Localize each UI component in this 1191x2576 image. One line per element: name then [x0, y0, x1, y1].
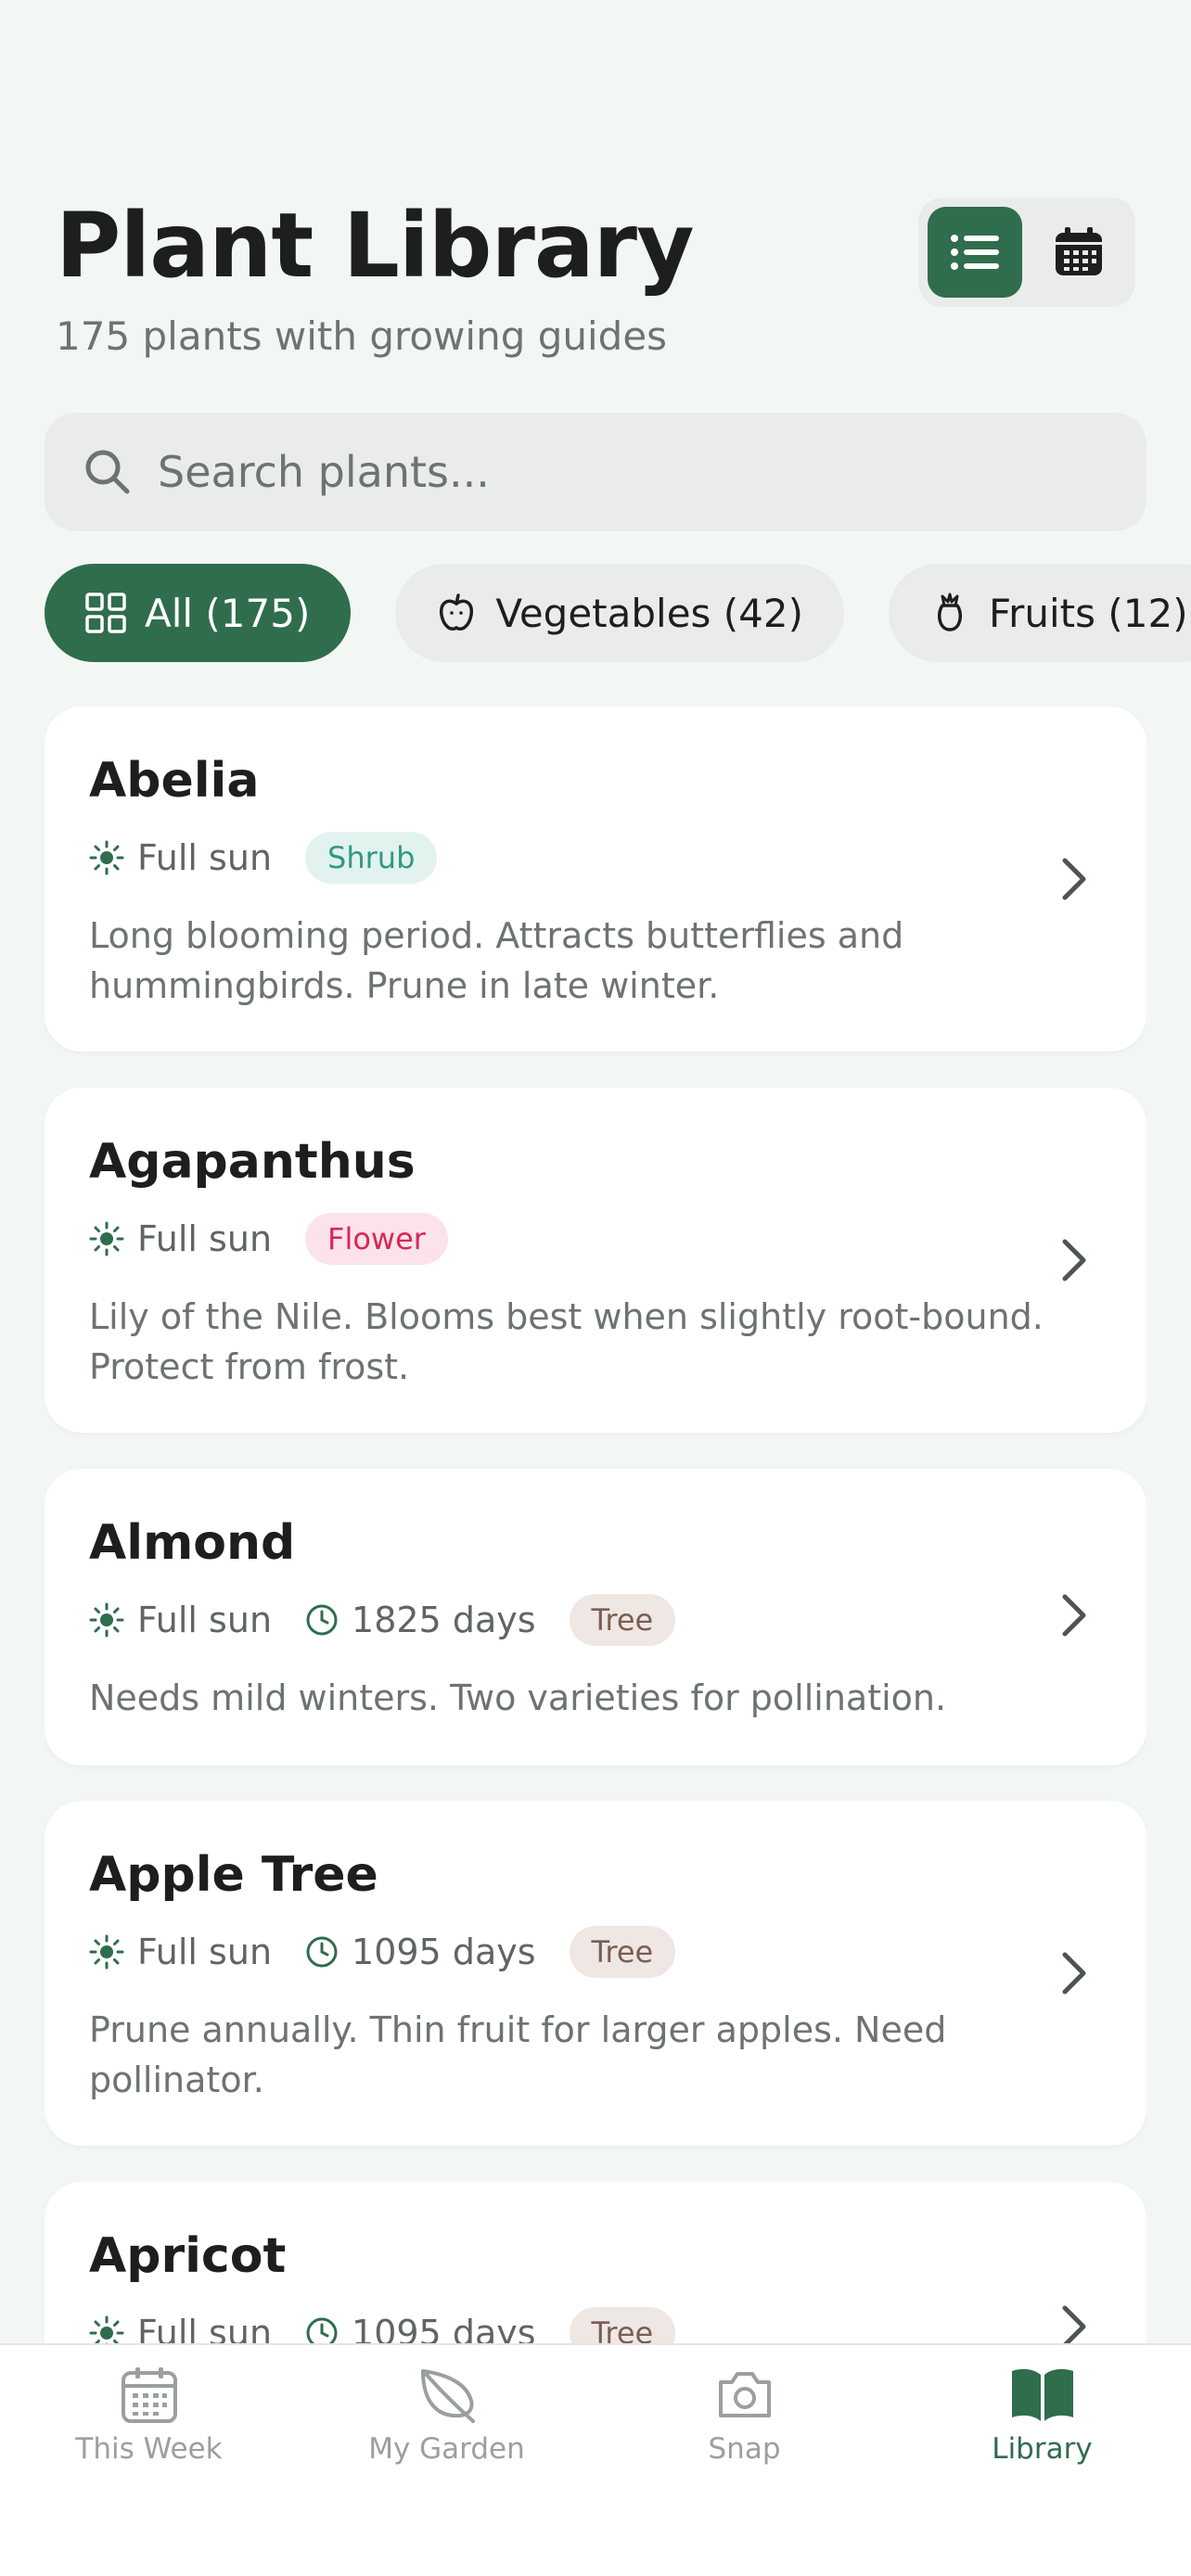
plant-card-agapanthus[interactable]: Agapanthus Full sun Flower Lily of the N… — [45, 1088, 1146, 1433]
plant-name: Apricot — [89, 2228, 287, 2284]
calendar-icon — [1056, 227, 1102, 275]
chevron-right-icon — [1062, 1594, 1086, 1637]
nav-label: Snap — [708, 2432, 781, 2466]
chevron-right-icon — [1062, 1239, 1086, 1282]
search-input[interactable] — [158, 447, 1085, 497]
plant-meta: Full sun 1825 days Tree — [89, 1594, 676, 1646]
days-label: 1825 days — [352, 1600, 536, 1640]
list-view-button[interactable] — [928, 207, 1022, 298]
plant-description: Long blooming period. Attracts butterfli… — [89, 915, 904, 1006]
sun-requirement: Full sun — [89, 1600, 272, 1640]
list-icon — [951, 235, 999, 270]
book-icon — [1011, 2368, 1073, 2421]
camera-icon — [718, 2372, 771, 2417]
plant-name: Almond — [89, 1515, 296, 1571]
filter-chips: All (175) Vegetables (42) Fruits (12) — [45, 564, 1191, 662]
bottom-nav: This Week My Garden Snap Library — [0, 2343, 1191, 2576]
apple-icon — [440, 593, 474, 631]
sun-requirement: Full sun — [89, 1932, 272, 1972]
plant-list: Abelia Full sun Shrub Long blooming peri… — [45, 707, 1146, 2343]
chevron-right-icon — [1062, 2305, 1086, 2343]
leaf-icon — [420, 2369, 475, 2423]
category-badge: Tree — [569, 2307, 676, 2343]
nav-library[interactable]: Library — [893, 2366, 1191, 2466]
nav-snap[interactable]: Snap — [596, 2366, 893, 2466]
plant-meta: Full sun 1095 days Tree — [89, 1926, 676, 1978]
sun-requirement: Full sun — [89, 1218, 272, 1259]
sun-label: Full sun — [137, 2313, 273, 2343]
clock-icon — [306, 1604, 338, 1636]
calendar-icon — [121, 2367, 177, 2423]
plant-card-almond[interactable]: Almond Full sun 1825 days Tree Needs mil… — [45, 1469, 1146, 1766]
calendar-view-button[interactable] — [1031, 207, 1126, 298]
chevron-right-icon — [1062, 858, 1086, 900]
plant-description: Prune annually. Thin fruit for larger ap… — [89, 2009, 947, 2100]
nav-label: This Week — [75, 2432, 223, 2466]
nav-this-week[interactable]: This Week — [0, 2366, 298, 2466]
sun-label: Full sun — [137, 1600, 273, 1640]
filter-chip-vegetables[interactable]: Vegetables (42) — [395, 564, 844, 662]
sun-requirement: Full sun — [89, 2313, 272, 2343]
clock-icon — [306, 1936, 338, 1968]
nav-my-garden[interactable]: My Garden — [298, 2366, 596, 2466]
sun-icon — [89, 1221, 124, 1256]
plant-meta: Full sun Flower — [89, 1213, 448, 1265]
chevron-right-icon — [1062, 1952, 1086, 1995]
category-badge: Tree — [569, 1594, 676, 1646]
filter-chip-label: All (175) — [145, 590, 311, 636]
filter-chip-label: Vegetables (42) — [495, 590, 803, 636]
days-to-harvest: 1095 days — [305, 2313, 536, 2343]
days-label: 1095 days — [352, 1932, 536, 1972]
sun-requirement: Full sun — [89, 837, 272, 878]
clock-icon — [306, 2317, 338, 2343]
nav-label: Library — [992, 2432, 1093, 2466]
page-subtitle: 175 plants with growing guides — [56, 313, 668, 359]
filter-chip-fruits[interactable]: Fruits (12) — [889, 564, 1191, 662]
days-label: 1095 days — [352, 2313, 536, 2343]
fruit-icon — [937, 593, 963, 631]
plant-card-abelia[interactable]: Abelia Full sun Shrub Long blooming peri… — [45, 707, 1146, 1052]
plant-meta: Full sun Shrub — [89, 832, 438, 884]
sun-icon — [89, 840, 124, 875]
sun-icon — [89, 1602, 124, 1638]
days-to-harvest: 1825 days — [305, 1600, 536, 1640]
days-to-harvest: 1095 days — [305, 1932, 536, 1972]
sun-label: Full sun — [137, 1932, 273, 1972]
category-badge: Shrub — [305, 832, 438, 884]
filter-chip-all[interactable]: All (175) — [45, 564, 352, 662]
sun-icon — [89, 2315, 124, 2343]
sun-label: Full sun — [137, 1218, 273, 1259]
header: Plant Library 175 plants with growing gu… — [56, 190, 1135, 376]
category-badge: Flower — [305, 1213, 448, 1265]
plant-description: Lily of the Nile. Blooms best when sligh… — [89, 1296, 1044, 1387]
plant-name: Apple Tree — [89, 1847, 378, 1903]
plant-description: Needs mild winters. Two varieties for po… — [89, 1677, 947, 1718]
nav-label: My Garden — [368, 2432, 525, 2466]
grid-icon — [85, 593, 126, 633]
sun-label: Full sun — [137, 837, 273, 878]
plant-name: Abelia — [89, 753, 260, 809]
category-badge: Tree — [569, 1926, 676, 1978]
filter-chip-label: Fruits (12) — [989, 590, 1188, 636]
plant-card-apple-tree[interactable]: Apple Tree Full sun 1095 days Tree Prune… — [45, 1801, 1146, 2146]
plant-meta: Full sun 1095 days Tree — [89, 2307, 676, 2343]
view-toggle — [918, 198, 1135, 307]
search-bar[interactable] — [45, 413, 1146, 531]
sun-icon — [89, 1934, 124, 1970]
plant-name: Agapanthus — [89, 1134, 416, 1190]
search-icon — [85, 450, 130, 494]
plant-card-apricot[interactable]: Apricot Full sun 1095 days Tree — [45, 2182, 1146, 2343]
